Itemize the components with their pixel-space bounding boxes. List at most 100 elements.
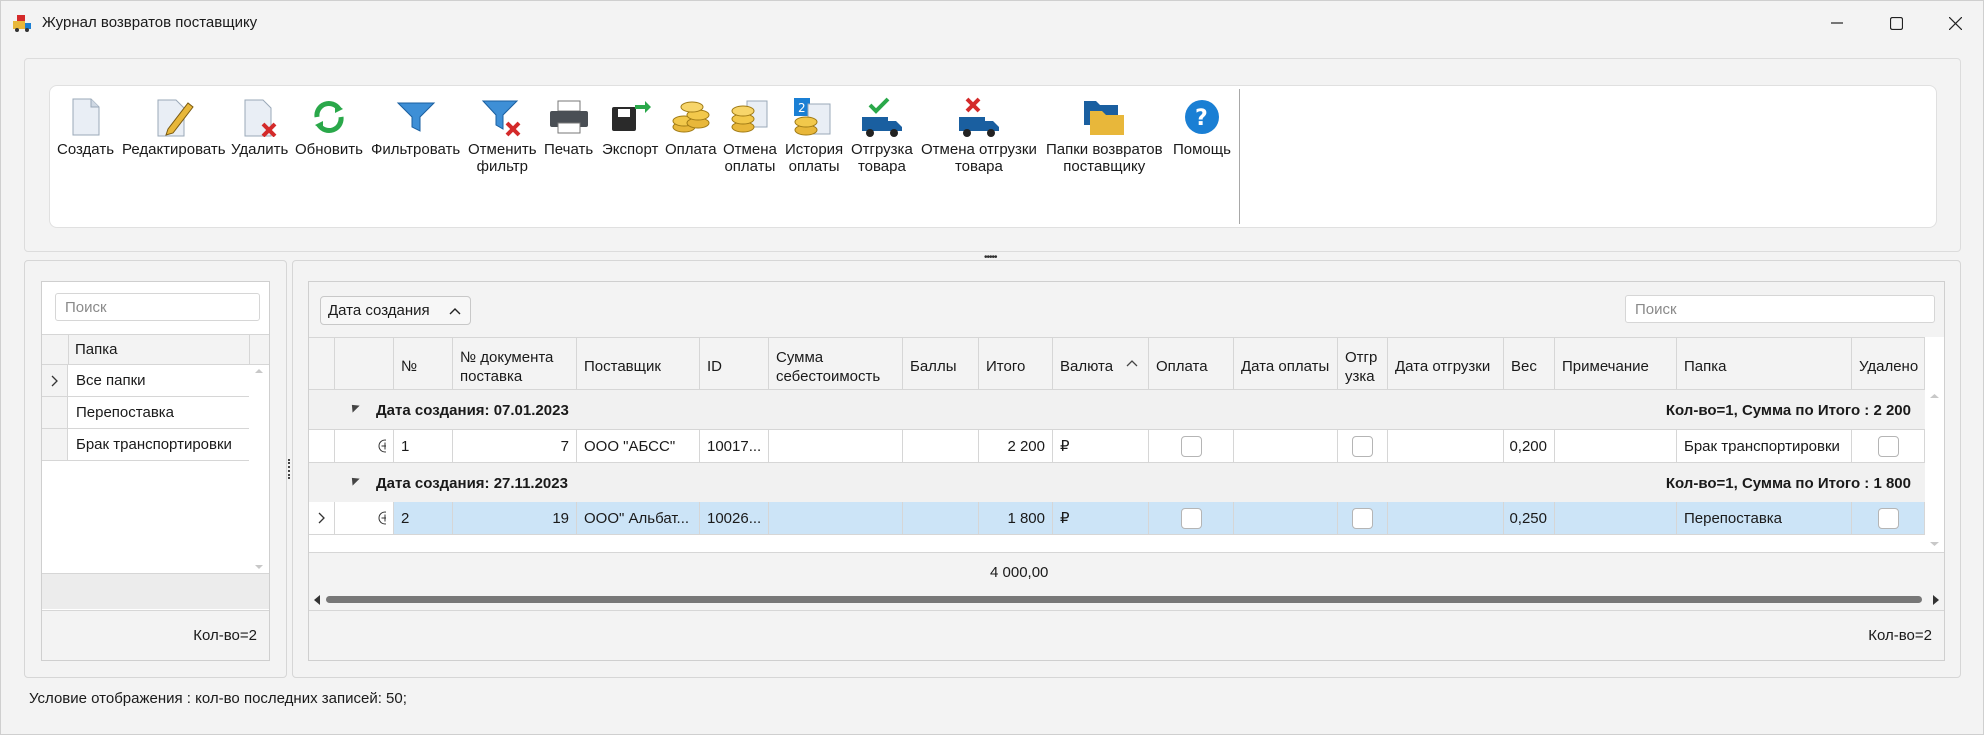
- folders-icon: [1084, 101, 1125, 135]
- col-shipment-date[interactable]: Дата отгрузки: [1388, 337, 1504, 390]
- col-number[interactable]: №: [394, 337, 453, 390]
- payment-checkbox[interactable]: [1180, 435, 1202, 457]
- col-total[interactable]: Итого: [979, 337, 1053, 390]
- app-icon: [13, 15, 31, 32]
- help-button[interactable]: ? Помощь: [1173, 95, 1231, 158]
- edit-button[interactable]: Редактировать: [122, 95, 226, 158]
- col-shipment[interactable]: Отгр узка: [1338, 337, 1388, 390]
- expand-row-icon[interactable]: [378, 511, 386, 525]
- shipment-checkbox[interactable]: [1352, 507, 1373, 529]
- folder-column-header[interactable]: Папка: [75, 341, 117, 358]
- payment-button[interactable]: Оплата: [665, 95, 717, 158]
- export-icon: [612, 101, 652, 131]
- chevron-right-icon: [51, 375, 58, 386]
- cancel-shipment-button[interactable]: Отмена отгрузки товара: [921, 95, 1037, 175]
- folders-count: Кол-во=2: [193, 627, 257, 644]
- create-button[interactable]: Создать: [57, 95, 114, 158]
- grid-horizontal-scrollbar[interactable]: [309, 590, 1944, 610]
- vertical-splitter-handle[interactable]: [288, 459, 291, 479]
- col-doc-number[interactable]: № документа поставка: [453, 337, 577, 390]
- row-indicator: [42, 365, 68, 396]
- col-supplier[interactable]: Поставщик: [577, 337, 700, 390]
- window: Журнал возвратов поставщику Создать Реда…: [0, 0, 1984, 735]
- filter-clear-icon: [482, 100, 521, 137]
- horizontal-scroll-thumb[interactable]: [326, 596, 1922, 603]
- folder-item-transport-defect[interactable]: Брак транспортировки: [42, 429, 249, 461]
- minimize-icon: [1831, 22, 1843, 24]
- collapse-group-icon[interactable]: [348, 474, 360, 486]
- grid-vertical-scrollbar[interactable]: [1925, 390, 1944, 552]
- deleted-checkbox[interactable]: [1877, 435, 1899, 457]
- payment-history-icon: 2: [794, 98, 831, 136]
- group-row[interactable]: Дата создания: 27.11.2023 Кол-во=1, Сумм…: [309, 463, 1925, 503]
- col-note[interactable]: Примечание: [1555, 337, 1677, 390]
- refresh-icon: [314, 101, 344, 133]
- scroll-down-icon: [255, 565, 263, 569]
- printer-icon: [549, 100, 588, 134]
- close-icon: [1948, 16, 1962, 30]
- clear-filter-button[interactable]: Отменить фильтр: [468, 95, 537, 175]
- folder-item-all[interactable]: Все папки: [42, 365, 249, 397]
- ribbon-separator: [1239, 89, 1240, 224]
- col-currency[interactable]: Валюта: [1053, 337, 1149, 390]
- display-condition: Условие отображения : кол-во последних з…: [29, 690, 407, 707]
- chevron-up-icon: [449, 308, 461, 315]
- return-folders-button[interactable]: Папки возвратов поставщику: [1046, 95, 1163, 175]
- grid-search-input[interactable]: Поиск: [1625, 295, 1935, 323]
- document-new-icon: [72, 98, 99, 136]
- expand-row-icon[interactable]: [378, 439, 386, 453]
- collapse-group-icon[interactable]: [348, 401, 360, 413]
- table-row[interactable]: 1 7 ООО "АБСС" 10017... 2 200 ₽ 0,200 Бр…: [309, 430, 1925, 463]
- group-row[interactable]: Дата создания: 07.01.2023 Кол-во=1, Сумм…: [309, 390, 1925, 430]
- document-delete-icon: [244, 99, 277, 137]
- maximize-button[interactable]: [1868, 1, 1924, 45]
- grid-footer: Кол-во=2: [309, 610, 1944, 660]
- table-row-selected[interactable]: 2 19 ООО" Альбат... 10026... 1 800 ₽ 0,2…: [309, 502, 1925, 535]
- filter-icon: [396, 102, 435, 132]
- maximize-icon: [1889, 16, 1903, 30]
- scroll-up-icon: [255, 369, 263, 373]
- payment-history-button[interactable]: 2 История оплаты: [785, 95, 843, 175]
- refresh-button[interactable]: Обновить: [295, 95, 363, 158]
- deleted-checkbox[interactable]: [1877, 507, 1899, 529]
- title-bar: Журнал возвратов поставщику: [1, 1, 1983, 45]
- svg-text:2: 2: [798, 101, 806, 115]
- close-button[interactable]: [1927, 1, 1983, 45]
- col-folder[interactable]: Папка: [1677, 337, 1852, 390]
- cancel-payment-button[interactable]: Отмена оплаты: [723, 95, 777, 175]
- col-weight[interactable]: Вес: [1504, 337, 1555, 390]
- scroll-down-icon: [1930, 542, 1939, 546]
- col-cost-sum[interactable]: Сумма себестоимость: [769, 337, 903, 390]
- folder-item-resupply[interactable]: Перепоставка: [42, 397, 249, 429]
- export-button[interactable]: Экспорт: [602, 95, 658, 158]
- grand-total: 4 000,00: [990, 564, 1049, 581]
- delete-button[interactable]: Удалить: [231, 95, 288, 158]
- col-payment[interactable]: Оплата: [1149, 337, 1234, 390]
- scroll-up-icon: [1930, 394, 1939, 398]
- filter-button[interactable]: Фильтровать: [371, 95, 460, 158]
- coins-icon: [672, 101, 710, 133]
- scroll-right-icon[interactable]: [1931, 594, 1941, 606]
- col-deleted[interactable]: Удалено: [1852, 337, 1925, 390]
- document-edit-icon: [157, 99, 194, 137]
- records-count: Кол-во=2: [1868, 627, 1932, 644]
- coins-cancel-icon: [731, 100, 768, 133]
- window-title: Журнал возвратов поставщику: [42, 14, 258, 31]
- col-id[interactable]: ID: [700, 337, 769, 390]
- folders-vertical-scrollbar[interactable]: [249, 365, 269, 573]
- truck-check-icon: [861, 97, 902, 137]
- col-payment-date[interactable]: Дата оплаты: [1234, 337, 1338, 390]
- scroll-left-icon[interactable]: [312, 594, 322, 606]
- grid-total-row: 4 000,00: [309, 552, 1944, 590]
- help-icon: ?: [1184, 100, 1219, 134]
- ship-goods-button[interactable]: Отгрузка товара: [851, 95, 913, 175]
- folders-footer: Кол-во=2: [42, 610, 269, 660]
- print-button[interactable]: Печать: [544, 95, 593, 158]
- minimize-button[interactable]: [1809, 1, 1865, 45]
- folders-total-row: [42, 573, 269, 609]
- col-points[interactable]: Баллы: [903, 337, 979, 390]
- shipment-checkbox[interactable]: [1352, 435, 1373, 457]
- folders-search-input[interactable]: Поиск: [55, 293, 260, 321]
- payment-checkbox[interactable]: [1180, 507, 1202, 529]
- group-by-date-chip[interactable]: Дата создания: [320, 296, 471, 325]
